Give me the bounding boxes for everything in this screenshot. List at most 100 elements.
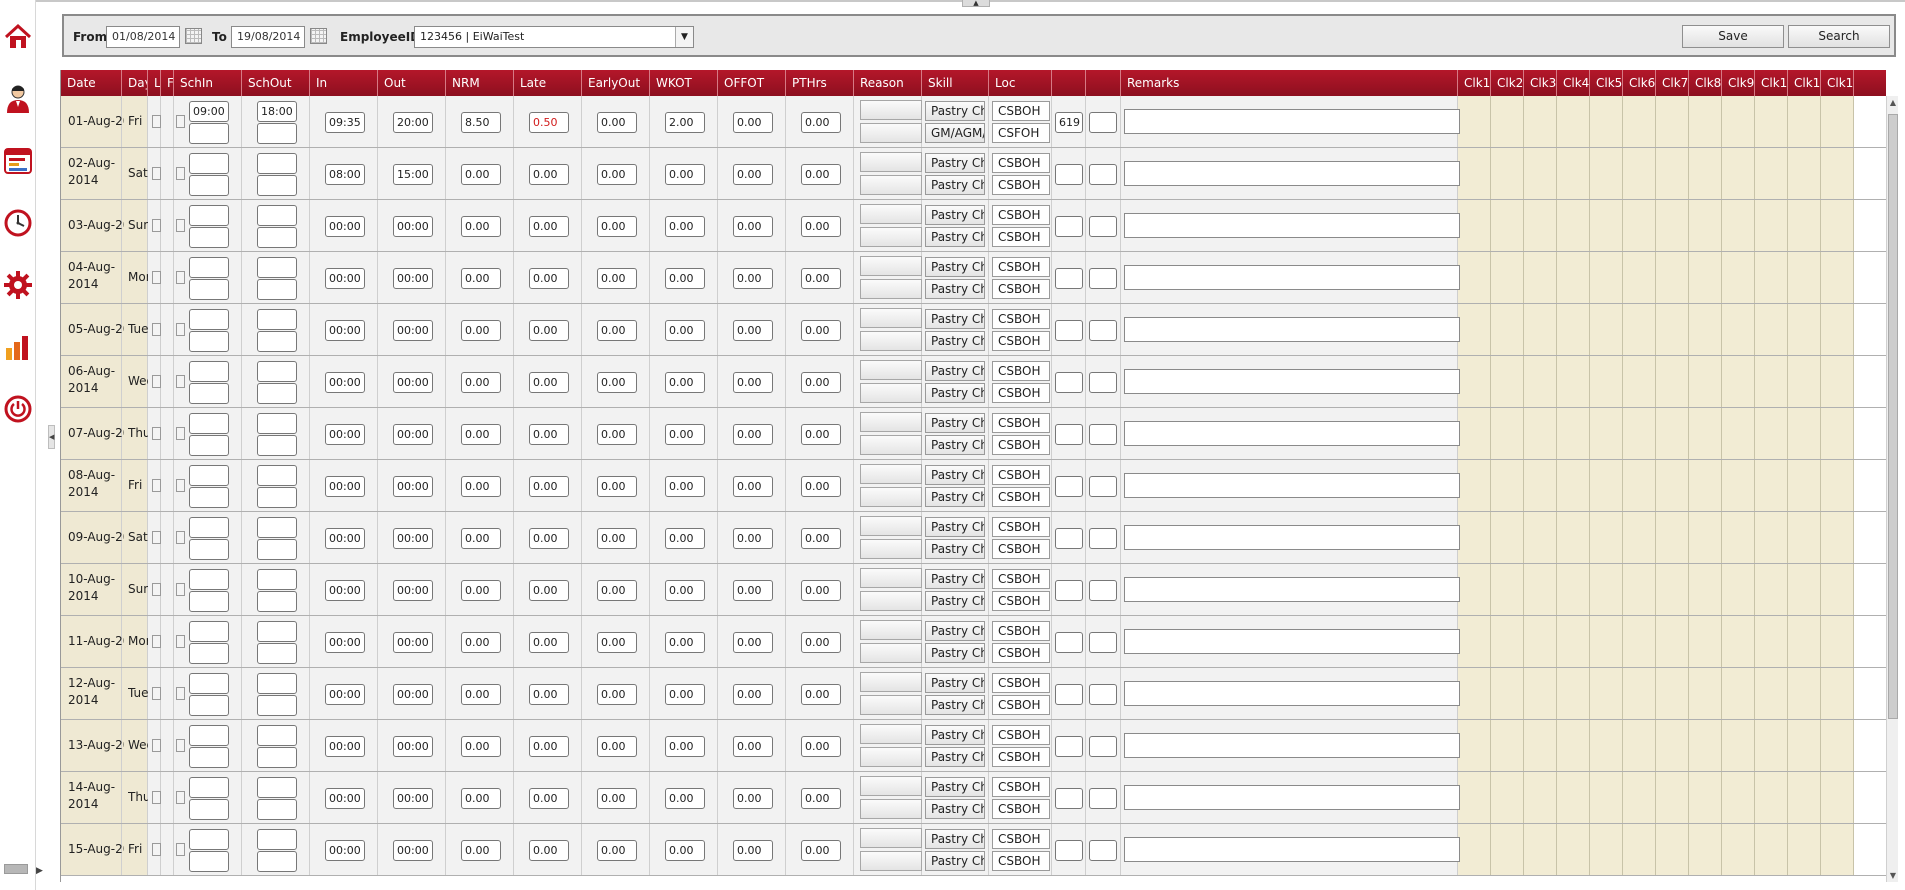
schin-input[interactable] (189, 725, 229, 746)
extra-input-2[interactable] (1089, 840, 1117, 861)
extra-input[interactable] (1055, 216, 1083, 237)
col-header-pthrs[interactable]: PTHrs (786, 70, 854, 96)
nrm-input[interactable]: 0.00 (461, 840, 501, 861)
out-input[interactable]: 00:00 (393, 840, 433, 861)
col-header-out[interactable]: Out (378, 70, 446, 96)
schin-input-2[interactable] (189, 695, 229, 716)
wkot-input[interactable]: 0.00 (665, 216, 705, 237)
schin-input-2[interactable] (189, 591, 229, 612)
reason-button-2[interactable] (860, 799, 922, 819)
reason-button[interactable] (860, 308, 922, 328)
skill-select-2[interactable]: Pastry Che (925, 331, 985, 351)
extra-input[interactable] (1055, 788, 1083, 809)
loc-select[interactable]: CSBOH (992, 569, 1050, 589)
earlyout-input[interactable]: 0.00 (597, 164, 637, 185)
extra-input[interactable] (1055, 372, 1083, 393)
schout-input[interactable] (257, 361, 297, 382)
extra-input[interactable] (1055, 580, 1083, 601)
schout-input[interactable] (257, 621, 297, 642)
schin-input[interactable] (189, 413, 229, 434)
in-input[interactable]: 00:00 (325, 788, 365, 809)
skill-select[interactable]: Pastry Che (925, 153, 985, 173)
earlyout-input[interactable]: 0.00 (597, 216, 637, 237)
pthrs-input[interactable]: 0.00 (801, 788, 841, 809)
late-input[interactable]: 0.00 (529, 684, 569, 705)
skill-select[interactable]: Pastry Che (925, 413, 985, 433)
reason-button-2[interactable] (860, 591, 922, 611)
reason-button[interactable] (860, 516, 922, 536)
reason-button-2[interactable] (860, 747, 922, 767)
skill-select[interactable]: Pastry Che (925, 101, 985, 121)
extra-input[interactable] (1055, 840, 1083, 861)
schin-input[interactable] (189, 673, 229, 694)
leave-checkbox[interactable] (152, 843, 161, 856)
schout-input-2[interactable] (257, 279, 297, 300)
extra-input[interactable] (1055, 424, 1083, 445)
skill-select-2[interactable]: Pastry Che (925, 227, 985, 247)
pthrs-input[interactable]: 0.00 (801, 528, 841, 549)
extra-input-2[interactable] (1089, 632, 1117, 653)
wkot-input[interactable]: 2.00 (665, 112, 705, 133)
col-header-clk12[interactable]: Clk12 (1821, 70, 1854, 96)
skill-select[interactable]: Pastry Che (925, 309, 985, 329)
late-input[interactable]: 0.00 (529, 476, 569, 497)
schin-input-2[interactable] (189, 175, 229, 196)
col-header-nrm[interactable]: NRM (446, 70, 514, 96)
loc-select[interactable]: CSBOH (992, 777, 1050, 797)
schout-input[interactable] (257, 673, 297, 694)
schout-input[interactable] (257, 725, 297, 746)
flag-checkbox[interactable] (176, 427, 185, 440)
nrm-input[interactable]: 0.00 (461, 268, 501, 289)
remarks-input[interactable] (1124, 681, 1460, 706)
loc-select[interactable]: CSBOH (992, 153, 1050, 173)
schin-input-2[interactable] (189, 383, 229, 404)
reason-button[interactable] (860, 776, 922, 796)
out-input[interactable]: 00:00 (393, 788, 433, 809)
loc-select[interactable]: CSBOH (992, 257, 1050, 277)
skill-select-2[interactable]: Pastry Che (925, 383, 985, 403)
out-input[interactable]: 00:00 (393, 580, 433, 601)
calendar-icon[interactable] (185, 28, 202, 44)
flag-checkbox[interactable] (176, 323, 185, 336)
col-header-reason[interactable]: Reason (854, 70, 922, 96)
home-icon[interactable] (2, 20, 34, 54)
leave-checkbox[interactable] (152, 375, 161, 388)
earlyout-input[interactable]: 0.00 (597, 424, 637, 445)
loc-select-2[interactable]: CSBOH (992, 539, 1050, 559)
nrm-input[interactable]: 0.00 (461, 580, 501, 601)
skill-select-2[interactable]: Pastry Che (925, 799, 985, 819)
schin-input[interactable] (189, 205, 229, 226)
schout-input[interactable] (257, 569, 297, 590)
loc-select[interactable]: CSBOH (992, 517, 1050, 537)
wkot-input[interactable]: 0.00 (665, 736, 705, 757)
skill-select-2[interactable]: Pastry Che (925, 487, 985, 507)
loc-select-2[interactable]: CSBOH (992, 435, 1050, 455)
offot-input[interactable]: 0.00 (733, 320, 773, 341)
schout-input[interactable] (257, 465, 297, 486)
pthrs-input[interactable]: 0.00 (801, 632, 841, 653)
flag-checkbox[interactable] (176, 115, 185, 128)
chevron-down-icon[interactable]: ▼ (675, 27, 693, 47)
flag-checkbox[interactable] (176, 375, 185, 388)
extra-input-2[interactable] (1089, 736, 1117, 757)
schout-input-2[interactable] (257, 539, 297, 560)
out-input[interactable]: 00:00 (393, 632, 433, 653)
col-header-clk4[interactable]: Clk4 (1557, 70, 1590, 96)
leave-checkbox[interactable] (152, 167, 161, 180)
offot-input[interactable]: 0.00 (733, 112, 773, 133)
flag-checkbox[interactable] (176, 583, 185, 596)
schout-input-2[interactable] (257, 643, 297, 664)
remarks-input[interactable] (1124, 421, 1460, 446)
out-input[interactable]: 00:00 (393, 476, 433, 497)
out-input[interactable]: 20:00 (393, 112, 433, 133)
in-input[interactable]: 00:00 (325, 320, 365, 341)
col-header-day[interactable]: Day (122, 70, 148, 96)
wkot-input[interactable]: 0.00 (665, 476, 705, 497)
loc-select-2[interactable]: CSBOH (992, 279, 1050, 299)
schout-input-2[interactable] (257, 175, 297, 196)
reason-button-2[interactable] (860, 331, 922, 351)
late-input[interactable]: 0.00 (529, 632, 569, 653)
skill-select[interactable]: Pastry Che (925, 465, 985, 485)
extra-input[interactable] (1055, 736, 1083, 757)
earlyout-input[interactable]: 0.00 (597, 268, 637, 289)
